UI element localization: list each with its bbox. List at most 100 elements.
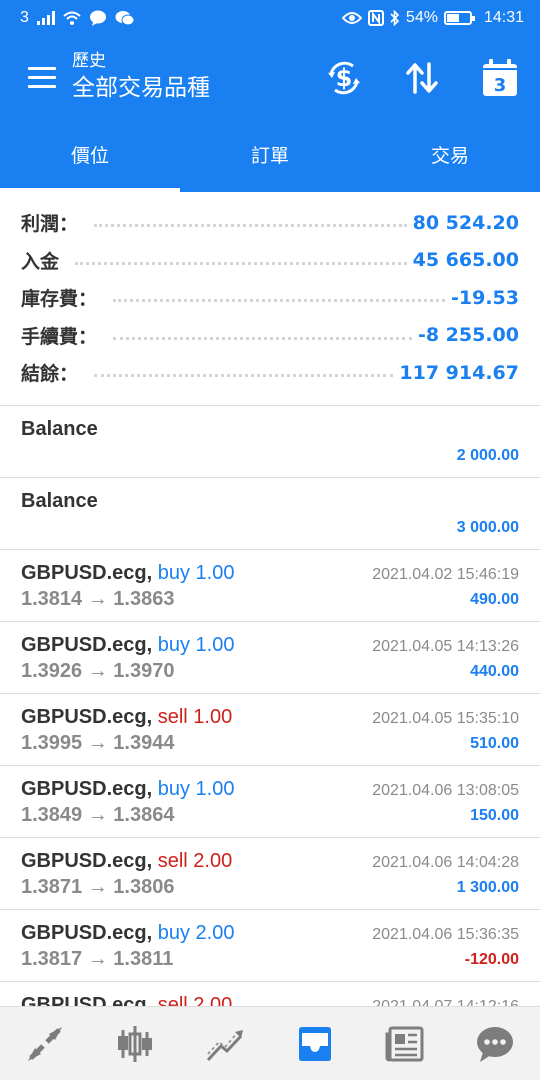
trade-symbol: GBPUSD.ecg, [21,922,153,944]
trade-side: sell 2.00 [157,850,233,872]
carrier-label: 3 [20,9,29,26]
nav-quotes[interactable] [0,1007,90,1080]
trade-side: buy 1.00 [157,634,235,656]
battery-icon [443,11,475,25]
nav-chat[interactable] [450,1007,540,1080]
sort-arrows-icon [406,62,438,94]
balance-title: Balance [21,490,98,512]
dotted-leader [94,224,407,228]
trade-profit: 490.00 [470,591,519,608]
dollar-cycle-icon: $ [328,61,360,95]
quotes-arrows-icon [28,1026,62,1061]
summary-value: -19.53 [451,286,519,309]
trade-symbol: GBPUSD.ecg, [21,850,153,872]
balance-amount: 2 000.00 [456,447,519,464]
history-inbox-icon [299,1026,331,1061]
trade-header: GBPUSD.ecg, sell 1.00 [21,706,232,729]
balance-amount: 3 000.00 [456,519,519,536]
trade-prices: 1.3995 → 1.3944 [21,732,175,754]
trade-side: buy 1.00 [157,562,235,584]
summary-value: 80 524.20 [412,211,519,234]
trade-prices: 1.3817 → 1.3811 [21,948,174,970]
currency-exchange-button[interactable]: $ [324,58,364,98]
trade-symbol: GBPUSD.ecg, [21,778,153,800]
summary-section: 利潤： 80 524.20 入金 45 665.00 庫存費： -19.53 手… [0,204,540,392]
balance-item[interactable]: Balance 2 000.00 [0,406,540,478]
summary-row-swap: 庫存費： -19.53 [0,279,540,317]
trade-header: GBPUSD.ecg, sell 2.00 [21,850,232,873]
toolbar-title-group[interactable]: 歷史 全部交易品種 [72,50,210,104]
dotted-leader [113,299,446,303]
status-bar: 3 54% 14:31 [0,0,540,36]
summary-label: 手續費： [21,321,108,349]
trade-date: 2021.04.06 13:08:05 [372,782,519,799]
app-toolbar: 歷史 全部交易品種 $ 3 [0,36,540,120]
summary-label: 庫存費： [21,284,108,312]
tab-prices[interactable]: 價位 [0,120,180,192]
trade-profit: 150.00 [470,807,519,824]
trade-item[interactable]: GBPUSD.ecg, buy 1.00 2021.04.05 14:13:26… [0,622,540,694]
trade-date: 2021.04.02 15:46:19 [372,566,519,583]
trade-profit: 440.00 [470,663,519,680]
menu-icon[interactable] [28,67,56,89]
trade-header: GBPUSD.ecg, buy 1.00 [21,778,234,801]
trade-profit: 510.00 [470,735,519,752]
summary-label: 利潤： [21,209,89,237]
battery-percent: 54% [405,9,438,26]
nav-history[interactable] [270,1007,360,1080]
candlestick-chart-icon [118,1025,152,1062]
trade-prices: 1.3926 → 1.3970 [21,660,175,682]
trade-item[interactable]: GBPUSD.ecg, buy 1.00 2021.04.02 15:46:19… [0,550,540,622]
summary-value: 45 665.00 [412,249,519,272]
trade-header: GBPUSD.ecg, buy 2.00 [21,922,234,945]
trade-date: 2021.04.05 15:35:10 [372,710,519,727]
trade-item[interactable]: GBPUSD.ecg, sell 2.00 2021.04.06 14:04:2… [0,838,540,910]
toolbar-subtitle: 歷史 [72,51,106,71]
nfc-icon [367,10,384,26]
trade-side: sell 1.00 [157,706,233,728]
nav-news[interactable] [360,1007,450,1080]
trade-date: 2021.04.06 15:36:35 [372,926,519,943]
summary-value: 117 914.67 [399,361,519,384]
message-bubble-icon [89,10,106,26]
trade-item[interactable]: GBPUSD.ecg, buy 2.00 2021.04.06 15:36:35… [0,910,540,982]
history-list: Balance 2 000.00 Balance 3 000.00 GBPUSD… [0,406,540,1054]
summary-label: 結餘： [21,359,89,387]
calendar-button[interactable]: 3 [480,58,520,98]
trade-symbol: GBPUSD.ecg, [21,706,153,728]
trade-symbol: GBPUSD.ecg, [21,634,153,656]
trade-date: 2021.04.05 14:13:26 [372,638,519,655]
trade-header: GBPUSD.ecg, buy 1.00 [21,634,234,657]
nav-chart[interactable] [90,1007,180,1080]
summary-row-profit: 利潤： 80 524.20 [0,204,540,242]
trade-prices: 1.3814 → 1.3863 [21,588,175,610]
chat-icon [477,1026,513,1062]
calendar-icon: 3 [483,59,517,96]
clock: 14:31 [483,9,524,26]
summary-value: -8 255.00 [417,324,519,347]
tab-deals[interactable]: 交易 [360,120,540,192]
bluetooth-icon [390,10,400,26]
trade-chart-icon [206,1029,243,1061]
trade-profit: -120.00 [464,951,519,968]
sort-button[interactable] [402,58,442,98]
trade-side: buy 2.00 [157,922,235,944]
eye-icon [341,12,362,24]
trade-item[interactable]: GBPUSD.ecg, sell 1.00 2021.04.05 15:35:1… [0,694,540,766]
trade-header: GBPUSD.ecg, buy 1.00 [21,562,234,585]
dotted-leader [94,374,394,378]
dotted-leader [113,336,412,340]
trade-date: 2021.04.06 14:04:28 [372,854,519,871]
dotted-leader [75,261,407,265]
nav-trade[interactable] [180,1007,270,1080]
bottom-navigation [0,1006,540,1080]
tab-bar: 價位 訂單 交易 [0,120,540,192]
svg-text:$: $ [336,64,353,92]
trade-side: buy 1.00 [157,778,235,800]
trade-prices: 1.3849 → 1.3864 [21,804,175,826]
summary-label: 入金 [21,246,70,274]
balance-item[interactable]: Balance 3 000.00 [0,478,540,550]
balance-title: Balance [21,418,98,440]
tab-orders[interactable]: 訂單 [180,120,360,192]
trade-item[interactable]: GBPUSD.ecg, buy 1.00 2021.04.06 13:08:05… [0,766,540,838]
